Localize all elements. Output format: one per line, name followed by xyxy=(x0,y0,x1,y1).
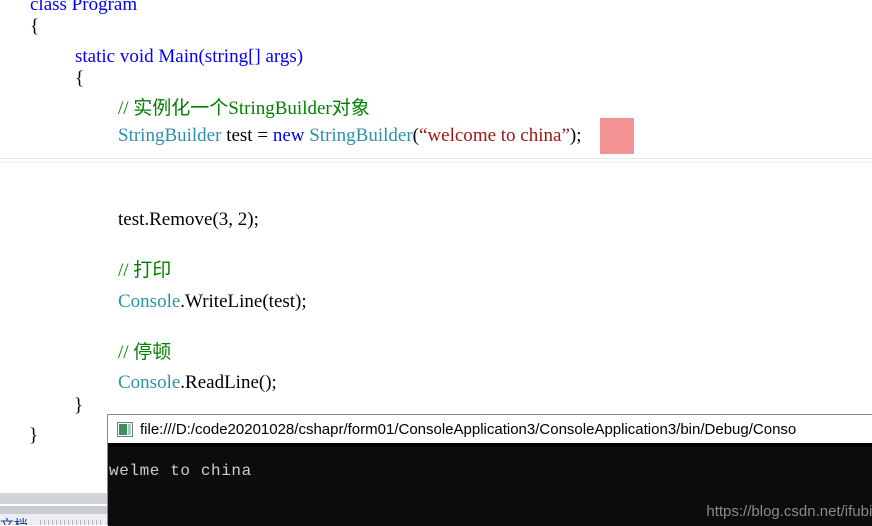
code-line-brace-open-class: { xyxy=(30,16,39,38)
taskbar-band-middle xyxy=(0,506,107,514)
type-console-writeline: Console xyxy=(118,291,181,312)
code-line-comment-print: // 打印 xyxy=(118,260,171,282)
type-stringbuilder: StringBuilder xyxy=(118,125,222,146)
code-line-brace-close-main: } xyxy=(74,395,83,417)
console-app-icon xyxy=(117,421,133,437)
code-line-comment-pause: // 停顿 xyxy=(118,342,171,364)
comment-instantiate: // 实例化一个StringBuilder对象 xyxy=(118,98,370,119)
statement-remove: test.Remove(3, 2); xyxy=(118,209,259,230)
taskbar-band-upper xyxy=(0,493,107,504)
code-line-class-declaration: class Program xyxy=(30,0,137,16)
keyword-new: new xyxy=(272,125,310,146)
console-window[interactable]: file:///D:/code20201028/cshapr/form01/Co… xyxy=(107,414,872,526)
brace-open-main: { xyxy=(75,68,85,89)
type-console-readline: Console xyxy=(118,372,181,393)
console-titlebar[interactable]: file:///D:/code20201028/cshapr/form01/Co… xyxy=(108,415,872,445)
code-line-brace-close-class: } xyxy=(29,425,38,447)
console-output-text: welme to china xyxy=(109,462,252,480)
brace-open: { xyxy=(30,16,40,37)
console-title-text: file:///D:/code20201028/cshapr/form01/Co… xyxy=(140,420,797,438)
editor-divider xyxy=(0,158,872,159)
code-line-main-signature: static void Main(string[] args) xyxy=(75,46,303,68)
console-output-area[interactable]: welme to china https://blog.csdn.net/ifu… xyxy=(108,447,872,526)
statement-terminator: ); xyxy=(569,125,582,146)
type-stringbuilder-ctor: StringBuilder xyxy=(309,125,413,146)
csdn-watermark: https://blog.csdn.net/ifubing xyxy=(706,503,872,520)
comment-print: // 打印 xyxy=(118,260,172,281)
brace-close-main: } xyxy=(74,395,84,416)
windows-taskbar-sliver[interactable]: 文档 xyxy=(0,487,107,525)
string-literal-selected: co xyxy=(454,125,473,146)
string-literal-prefix: “wel xyxy=(419,125,455,146)
string-literal-suffix: me to china” xyxy=(472,125,570,146)
code-line-comment-instantiate: // 实例化一个StringBuilder对象 xyxy=(118,98,370,120)
taskbar-dotted-separator xyxy=(40,520,102,525)
brace-close-class: } xyxy=(29,425,39,446)
code-line-brace-open-main: { xyxy=(75,68,84,90)
selection-highlight xyxy=(600,118,634,154)
keyword-static-void-main: static void Main(string[] args) xyxy=(75,46,304,67)
taskbar-item-label[interactable]: 文档 xyxy=(0,515,28,525)
code-line-remove-call: test.Remove(3, 2); xyxy=(118,209,259,231)
code-line-writeline: Console.WriteLine(test); xyxy=(118,291,307,313)
call-writeline: .WriteLine(test); xyxy=(180,291,307,312)
comment-pause: // 停顿 xyxy=(118,342,172,363)
code-line-readline: Console.ReadLine(); xyxy=(118,372,277,394)
code-line-stringbuilder-declaration: StringBuilder test = new StringBuilder(“… xyxy=(118,125,582,147)
variable-test-assign: test = xyxy=(221,125,273,146)
call-readline: .ReadLine(); xyxy=(180,372,277,393)
keyword-class: class Program xyxy=(30,0,138,15)
editor-divider-soft xyxy=(0,161,872,163)
